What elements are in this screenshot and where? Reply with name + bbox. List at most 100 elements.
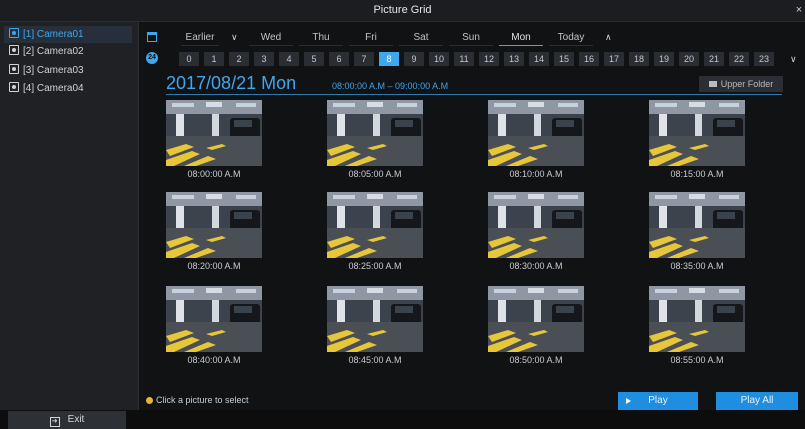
hour-button-10[interactable]: 10 xyxy=(429,52,449,66)
day-tab-fri[interactable]: Fri xyxy=(349,30,393,46)
thumbnail-item[interactable]: 08:10:00 A.M xyxy=(488,100,584,182)
thumbnail-picture[interactable] xyxy=(649,286,745,352)
hour-button-2[interactable]: 2 xyxy=(229,52,249,66)
thumbnail-picture[interactable] xyxy=(649,100,745,166)
hour-button-20[interactable]: 20 xyxy=(679,52,699,66)
hour-button-18[interactable]: 18 xyxy=(629,52,649,66)
day-label: Today xyxy=(557,32,585,43)
thumbnail-time: 08:10:00 A.M xyxy=(509,169,563,179)
hour-button-11[interactable]: 11 xyxy=(454,52,474,66)
hour-button-8[interactable]: 8 xyxy=(379,52,399,66)
thumbnail-item[interactable]: 08:50:00 A.M xyxy=(488,286,584,368)
thumbnail-time: 08:20:00 A.M xyxy=(187,261,241,271)
play-all-button[interactable]: Play All xyxy=(716,392,798,410)
hour-button-16[interactable]: 16 xyxy=(579,52,599,66)
thumbnail-picture[interactable] xyxy=(166,100,262,166)
hour-button-12[interactable]: 12 xyxy=(479,52,499,66)
thumbnail-item[interactable]: 08:55:00 A.M xyxy=(649,286,745,368)
day-tab-sat[interactable]: Sat xyxy=(399,30,443,46)
thumbnail-picture[interactable] xyxy=(166,286,262,352)
thumbnail-time: 08:35:00 A.M xyxy=(670,261,724,271)
day-tab-sun[interactable]: Sun xyxy=(449,30,493,46)
thumbnail-time: 08:25:00 A.M xyxy=(348,261,402,271)
hint-text: Click a picture to select xyxy=(156,395,249,405)
thumbnail-time: 08:15:00 A.M xyxy=(670,169,724,179)
hour-button-3[interactable]: 3 xyxy=(254,52,274,66)
day-label: Sun xyxy=(462,32,480,43)
thumbnail-item[interactable]: 08:35:00 A.M xyxy=(649,192,745,274)
hour-button-5[interactable]: 5 xyxy=(304,52,324,66)
play-button[interactable]: Play xyxy=(618,392,698,410)
folder-icon xyxy=(708,81,717,87)
thumbnail-time: 08:30:00 A.M xyxy=(509,261,563,271)
day-tab-wed[interactable]: Wed xyxy=(249,30,293,46)
thumbnail-picture[interactable] xyxy=(649,192,745,258)
thumbnail-item[interactable]: 08:40:00 A.M xyxy=(166,286,262,368)
hour-button-21[interactable]: 21 xyxy=(704,52,724,66)
thumbnail-picture[interactable] xyxy=(327,286,423,352)
thumbnail-picture[interactable] xyxy=(488,100,584,166)
thumbnail-picture[interactable] xyxy=(488,286,584,352)
hour-button-1[interactable]: 1 xyxy=(204,52,224,66)
play-label: Play xyxy=(648,395,668,406)
hour-button-13[interactable]: 13 xyxy=(504,52,524,66)
hour-button-4[interactable]: 4 xyxy=(279,52,299,66)
time-range: 08:00:00 A.M – 09:00:00 A.M xyxy=(332,81,449,91)
day-tab-mon[interactable]: Mon xyxy=(499,30,543,46)
parking-lot-image xyxy=(327,286,423,352)
chevron-up-icon[interactable]: ∧ xyxy=(605,30,612,45)
thumbnail-item[interactable]: 08:05:00 A.M xyxy=(327,100,423,182)
thumbnail-item[interactable]: 08:30:00 A.M xyxy=(488,192,584,274)
day-tab-thu[interactable]: Thu xyxy=(299,30,343,46)
window-title-bar: Picture Grid × xyxy=(0,0,805,22)
thumbnail-picture[interactable] xyxy=(166,192,262,258)
thumbnail-item[interactable]: 08:20:00 A.M xyxy=(166,192,262,274)
hint-icon xyxy=(146,397,153,404)
window-title: Picture Grid xyxy=(373,4,432,16)
camera-item-4[interactable]: [4] Camera04 xyxy=(4,80,132,97)
earlier-label: Earlier xyxy=(185,32,215,43)
hour-button-17[interactable]: 17 xyxy=(604,52,624,66)
hour-button-22[interactable]: 22 xyxy=(729,52,749,66)
thumbnail-picture[interactable] xyxy=(488,192,584,258)
hour-button-0[interactable]: 0 xyxy=(179,52,199,66)
parking-lot-image xyxy=(649,100,745,166)
day-tab-today[interactable]: Today xyxy=(549,30,593,46)
exit-button[interactable]: ➜ Exit xyxy=(8,411,126,429)
upper-folder-label: Upper Folder xyxy=(720,79,774,89)
current-date: 2017/08/21 Mon xyxy=(166,73,297,93)
chevron-down-icon[interactable]: ∨ xyxy=(790,52,797,66)
thumbnail-time: 08:50:00 A.M xyxy=(509,355,563,365)
camera-item-2[interactable]: [2] Camera02 xyxy=(4,43,132,60)
thumbnail-item[interactable]: 08:25:00 A.M xyxy=(327,192,423,274)
picture-grid-main: Earlier ∨ Wed Thu Fri Sat Sun Mon Today … xyxy=(139,22,805,410)
parking-lot-image xyxy=(327,192,423,258)
thumbnail-item[interactable]: 08:45:00 A.M xyxy=(327,286,423,368)
exit-label: Exit xyxy=(67,414,85,425)
hour-button-6[interactable]: 6 xyxy=(329,52,349,66)
calendar-icon[interactable] xyxy=(147,32,157,42)
thumbnail-picture[interactable] xyxy=(327,100,423,166)
hour-button-19[interactable]: 19 xyxy=(654,52,674,66)
camera-label: [3] Camera03 xyxy=(23,65,84,76)
chevron-down-icon[interactable]: ∨ xyxy=(231,30,238,45)
thumbnail-time: 08:00:00 A.M xyxy=(187,169,241,179)
thumbnail-item[interactable]: 08:15:00 A.M xyxy=(649,100,745,182)
hour-button-7[interactable]: 7 xyxy=(354,52,374,66)
thumbnail-time: 08:05:00 A.M xyxy=(348,169,402,179)
day-label: Sat xyxy=(413,32,429,43)
parking-lot-image xyxy=(649,192,745,258)
camera-item-3[interactable]: [3] Camera03 xyxy=(4,62,132,79)
upper-folder-button[interactable]: Upper Folder xyxy=(699,76,783,92)
thumbnail-picture[interactable] xyxy=(327,192,423,258)
hour-button-15[interactable]: 15 xyxy=(554,52,574,66)
hour-button-14[interactable]: 14 xyxy=(529,52,549,66)
close-icon[interactable]: × xyxy=(793,0,805,21)
hour-button-23[interactable]: 23 xyxy=(754,52,774,66)
day-label: Mon xyxy=(511,32,531,43)
24-hour-icon: 24 xyxy=(146,52,158,64)
hour-button-9[interactable]: 9 xyxy=(404,52,424,66)
earlier-dropdown[interactable]: Earlier xyxy=(181,30,219,46)
thumbnail-item[interactable]: 08:00:00 A.M xyxy=(166,100,262,182)
camera-item-1[interactable]: [1] Camera01 xyxy=(4,26,132,43)
